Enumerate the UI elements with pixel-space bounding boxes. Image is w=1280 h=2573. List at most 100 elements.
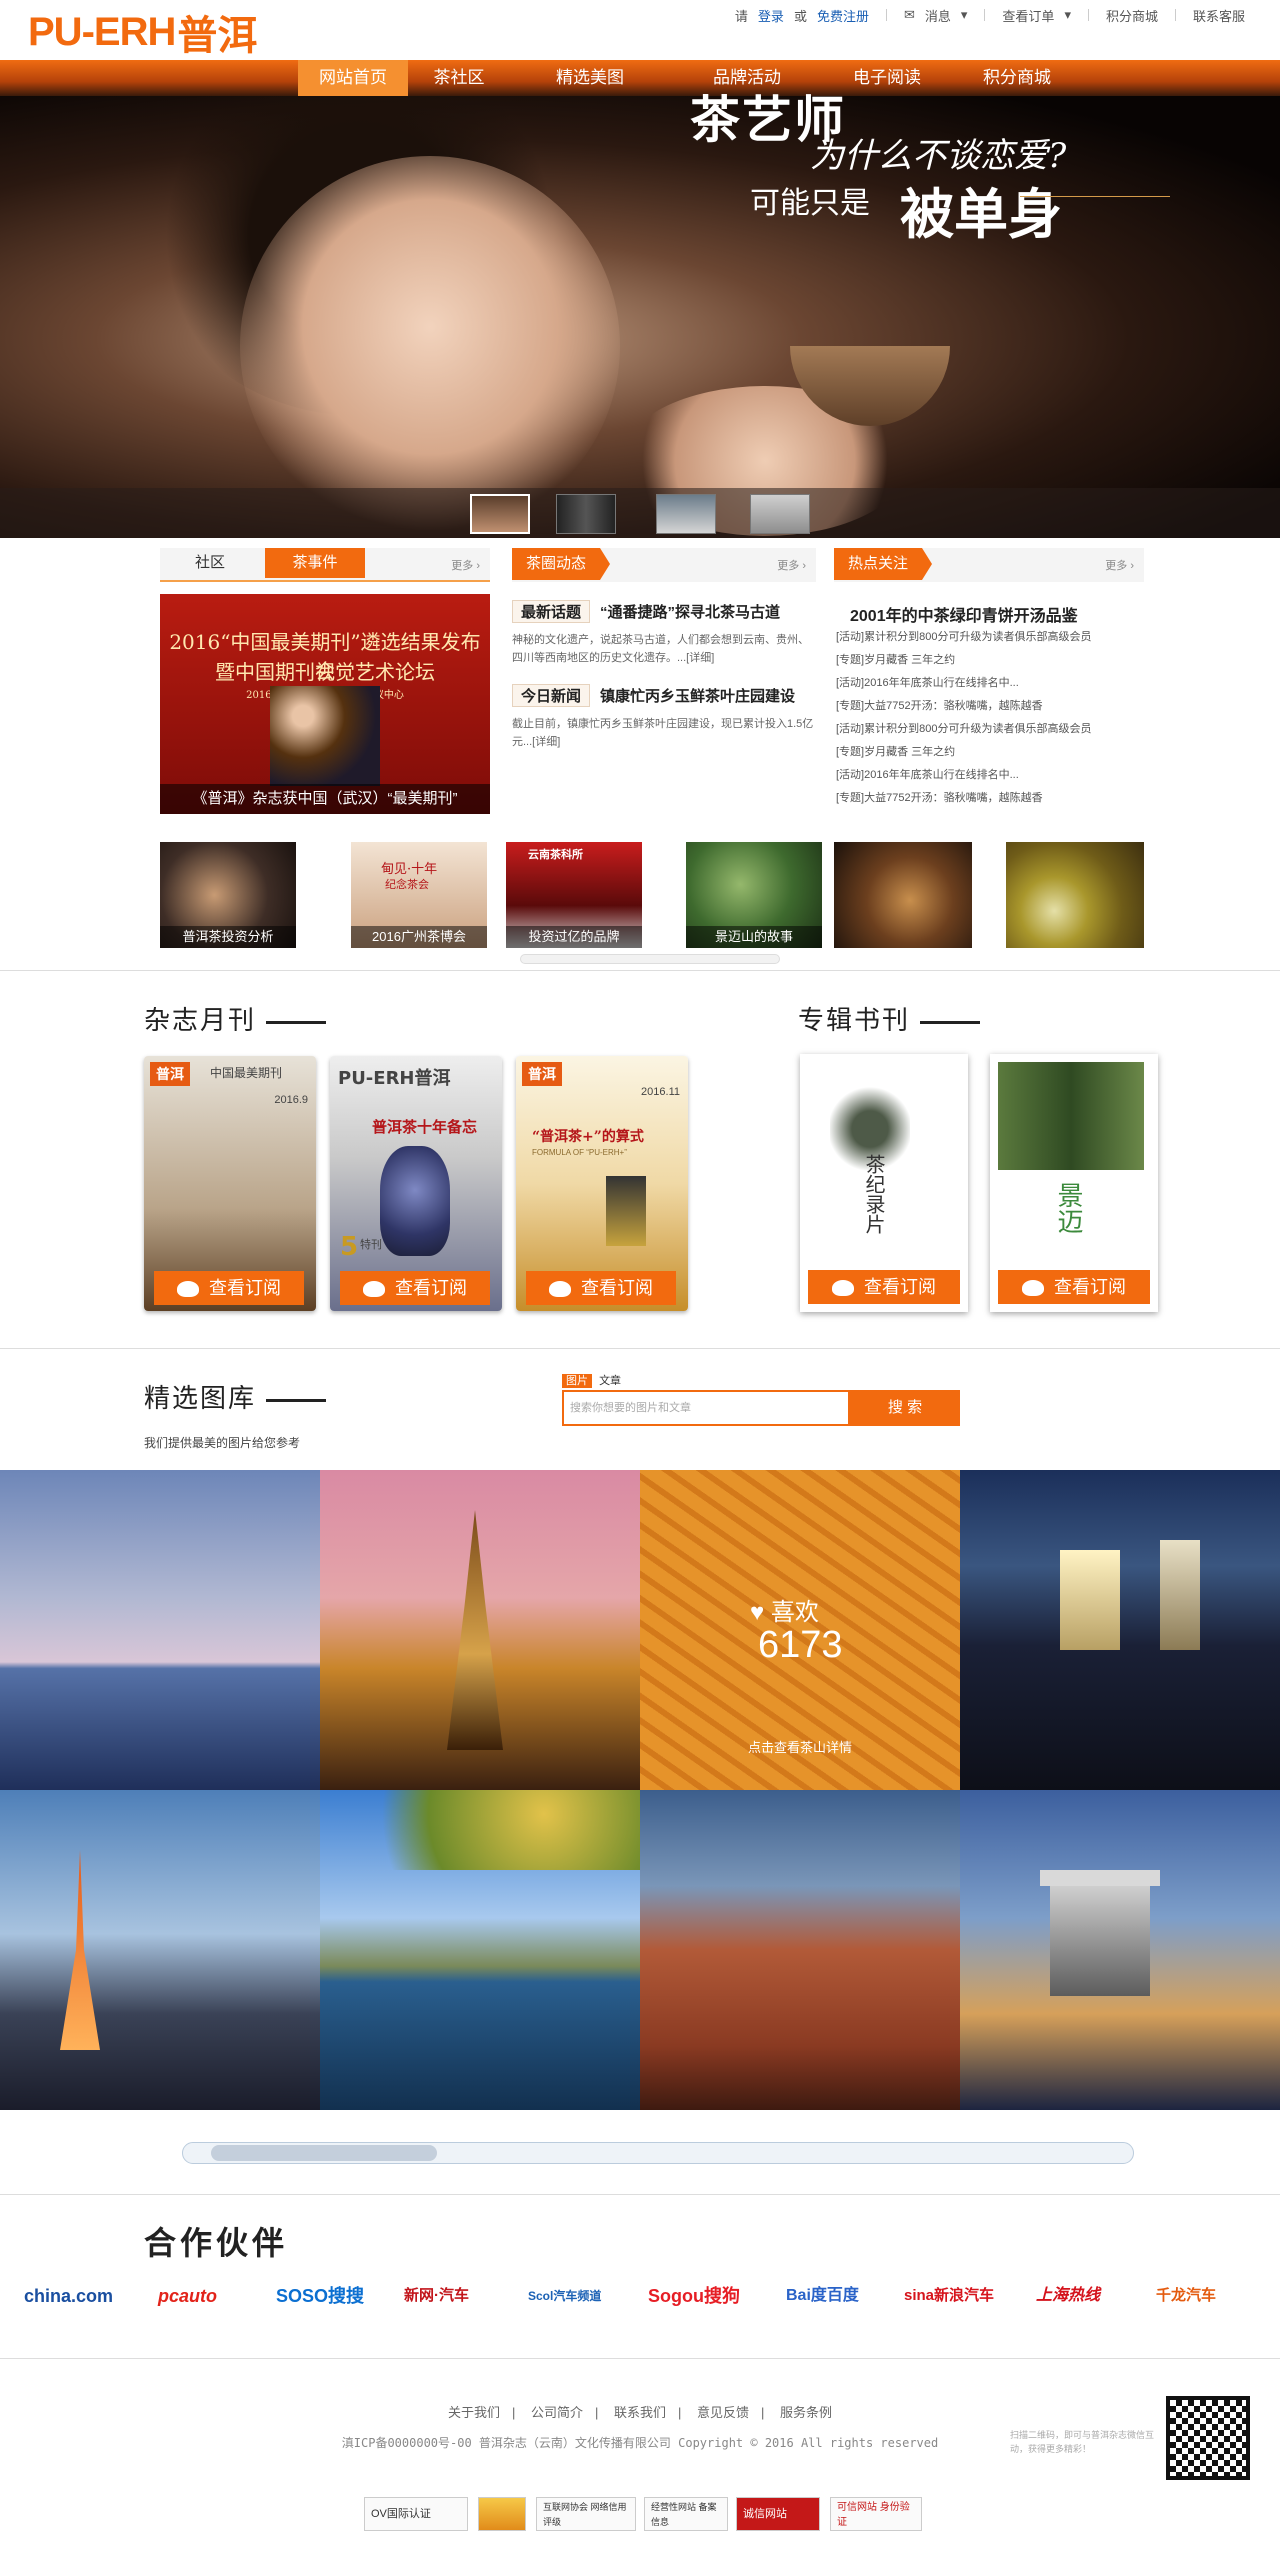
nav-community[interactable]: 茶社区	[404, 60, 514, 96]
footer-link-about[interactable]: 关于我们	[448, 2405, 500, 2420]
subscribe-button[interactable]: 查看订阅	[526, 1271, 676, 1305]
message-icon[interactable]: ✉	[904, 7, 915, 23]
hot-item[interactable]: [活动]2016年年底茶山行在线排名中...	[836, 672, 1136, 695]
gallery-image-old-town[interactable]	[640, 1790, 960, 2110]
hot-item[interactable]: [专题]大益7752开汤：骆秋嘴嘴，越陈越香	[836, 787, 1136, 810]
partner-logo[interactable]: 上海热线	[1036, 2276, 1100, 2316]
chevron-down-icon[interactable]: ▾	[961, 7, 968, 23]
tab-tea-events[interactable]: 茶事件	[265, 548, 365, 578]
hot-item[interactable]: [专题]岁月藏香 三年之约	[836, 649, 1136, 672]
gallery-image-temple[interactable]	[320, 1470, 640, 1790]
footer-link-feedback[interactable]: 意见反馈	[697, 2405, 749, 2420]
subscribe-button[interactable]: 查看订阅	[808, 1270, 960, 1304]
gallery-image-city-night[interactable]	[960, 1470, 1280, 1790]
partner-logo[interactable]: SOSO搜搜	[276, 2276, 364, 2316]
strip-item[interactable]: 普洱茶投资分析	[160, 842, 296, 948]
login-link[interactable]: 登录	[758, 6, 784, 25]
hero-banner[interactable]	[0, 96, 1280, 538]
partner-logo[interactable]: Bai度百度	[786, 2276, 859, 2316]
partner-logo[interactable]: sina新浪汽车	[904, 2276, 994, 2316]
hero-thumb-4[interactable]	[750, 494, 810, 534]
hot-title[interactable]: 2001年的中茶绿印青饼开汤品鉴	[850, 602, 1078, 626]
more-link[interactable]: 更多 ›	[777, 557, 806, 573]
subscribe-button[interactable]: 查看订阅	[154, 1271, 304, 1305]
partner-logo[interactable]: 新网·汽车	[404, 2276, 469, 2316]
magazine-card[interactable]: 普洱 2016.11 “普洱茶+”的算式 FORMULA OF “PU-ERH+…	[516, 1056, 688, 1311]
heart-icon[interactable]: ♥	[750, 1599, 764, 1626]
more-label: 更多	[1105, 560, 1128, 572]
hot-item[interactable]: [活动]2016年年底茶山行在线排名中...	[836, 764, 1136, 787]
strip-item[interactable]: 景迈山的故事	[686, 842, 822, 948]
nav-home[interactable]: 网站首页	[298, 60, 408, 96]
gallery-scrollbar[interactable]	[182, 2142, 1134, 2164]
strip-item[interactable]	[1006, 842, 1144, 948]
tea-news-today[interactable]: 今日新闻 镇康忙丙乡玉鲜茶叶庄园建设 截止目前，镇康忙丙乡玉鲜茶叶庄园建设，现已累…	[512, 684, 816, 751]
search-tab-images[interactable]: 图片	[562, 1374, 592, 1388]
gallery-image-lake[interactable]	[320, 1790, 640, 2110]
hero-photo-face	[240, 156, 620, 536]
gallery-image-tokyo-tower[interactable]	[0, 1790, 320, 2110]
magazine-card[interactable]: PU-ERH普洱 普洱茶十年备忘 5 特刊 查看订阅	[330, 1056, 502, 1311]
support-link[interactable]: 联系客服	[1193, 6, 1245, 25]
points-mall-link[interactable]: 积分商城	[1106, 6, 1158, 25]
badge-credit[interactable]: 互联网协会 网络信用评级	[536, 2497, 636, 2531]
title-dash	[266, 1398, 327, 1402]
badge-verified[interactable]: 可信网站 身份验证	[830, 2497, 922, 2531]
today-title: 镇康忙丙乡玉鲜茶叶庄园建设	[600, 688, 796, 705]
nav-ereading[interactable]: 电子阅读	[832, 60, 942, 96]
hero-thumb-1[interactable]	[470, 494, 530, 534]
footer-link-contact[interactable]: 联系我们	[614, 2405, 666, 2420]
badge-seal[interactable]	[478, 2497, 526, 2531]
search-input[interactable]: 搜索你想要的图片和文章	[562, 1390, 850, 1426]
hero-thumb-3[interactable]	[656, 494, 716, 534]
hot-item[interactable]: [活动]累计积分到800分可升级为读者俱乐部高级会员	[836, 718, 1136, 741]
register-link[interactable]: 免费注册	[817, 6, 869, 25]
strip-item[interactable]: 云南茶科所 投资过亿的品牌	[506, 842, 642, 948]
footer-link-terms[interactable]: 服务条例	[780, 2405, 832, 2420]
chevron-down-icon[interactable]: ▾	[1064, 7, 1071, 23]
scrollbar-thumb[interactable]	[211, 2145, 437, 2161]
partner-logo[interactable]: pcauto	[158, 2276, 217, 2316]
more-link[interactable]: 更多 ›	[1105, 557, 1134, 573]
tab-community[interactable]: 社区	[180, 548, 240, 578]
magazine-card[interactable]: 普洱 中国最美期刊 2016.9 查看订阅	[144, 1056, 316, 1311]
hero-line4: 被单身	[900, 182, 1062, 246]
more-link[interactable]: 更多 ›	[451, 557, 480, 573]
hot-item[interactable]: [活动]累计积分到800分可升级为读者俱乐部高级会员	[836, 626, 1136, 649]
strip-item[interactable]	[834, 842, 972, 948]
site-logo[interactable]: PU-ERH 普洱	[28, 4, 257, 60]
nav-points-mall[interactable]: 积分商城	[962, 60, 1072, 96]
gallery-image-marina[interactable]	[960, 1790, 1280, 2110]
book-card[interactable]: 景迈 查看订阅	[990, 1054, 1158, 1312]
strip-scrollbar[interactable]	[520, 954, 780, 964]
partner-logo[interactable]: 千龙汽车	[1156, 2276, 1216, 2316]
subscribe-button[interactable]: 查看订阅	[998, 1270, 1150, 1304]
badge-icp[interactable]: 经营性网站 备案信息	[644, 2497, 728, 2531]
partner-logo[interactable]: Scol汽车频道	[528, 2276, 601, 2316]
search-tab-articles[interactable]: 文章	[599, 1375, 621, 1387]
orders-link[interactable]: 查看订单	[1002, 6, 1054, 25]
subscribe-label: 查看订阅	[209, 1278, 281, 1298]
building	[1060, 1550, 1120, 1650]
tea-news-topic[interactable]: 最新话题 “通番捷路”探寻北茶马古道 神秘的文化遗产，说起茶马古道，人们都会想到云…	[512, 600, 816, 667]
badge-trusted[interactable]: 诚信网站	[736, 2497, 820, 2531]
strip-item[interactable]: 甸见·十年 纪念茶会 2016广州茶博会	[351, 842, 487, 948]
partner-logo[interactable]: Sogou搜狗	[648, 2276, 740, 2316]
nav-gallery[interactable]: 精选美图	[535, 60, 645, 96]
badge-ov[interactable]: OV国际认证	[364, 2497, 468, 2531]
book-card[interactable]: 茶纪录片 查看订阅	[800, 1054, 968, 1312]
hot-item[interactable]: [专题]岁月藏香 三年之约	[836, 741, 1136, 764]
featured-news-image[interactable]: 2016“中国最美期刊”遴选结果发布会 暨中国期刊视觉艺术论坛 2016年9月2…	[160, 594, 490, 814]
search-button[interactable]: 搜 索	[850, 1390, 960, 1426]
hero-thumb-2[interactable]	[556, 494, 616, 534]
gallery-image-venice[interactable]	[0, 1470, 320, 1790]
partner-logo[interactable]: china.com	[24, 2276, 113, 2316]
messages-link[interactable]: 消息	[925, 6, 951, 25]
title-dash	[920, 1020, 981, 1024]
footer-link-company[interactable]: 公司简介	[531, 2405, 583, 2420]
hot-item[interactable]: [专题]大益7752开汤：骆秋嘴嘴，越陈越香	[836, 695, 1136, 718]
subscribe-button[interactable]: 查看订阅	[340, 1271, 490, 1305]
like-detail-link[interactable]: 点击查看茶山详情	[640, 1737, 960, 1756]
subscribe-label: 查看订阅	[864, 1277, 936, 1297]
gallery-image-terraces[interactable]: ♥ 喜欢 6173 点击查看茶山详情	[640, 1470, 960, 1790]
